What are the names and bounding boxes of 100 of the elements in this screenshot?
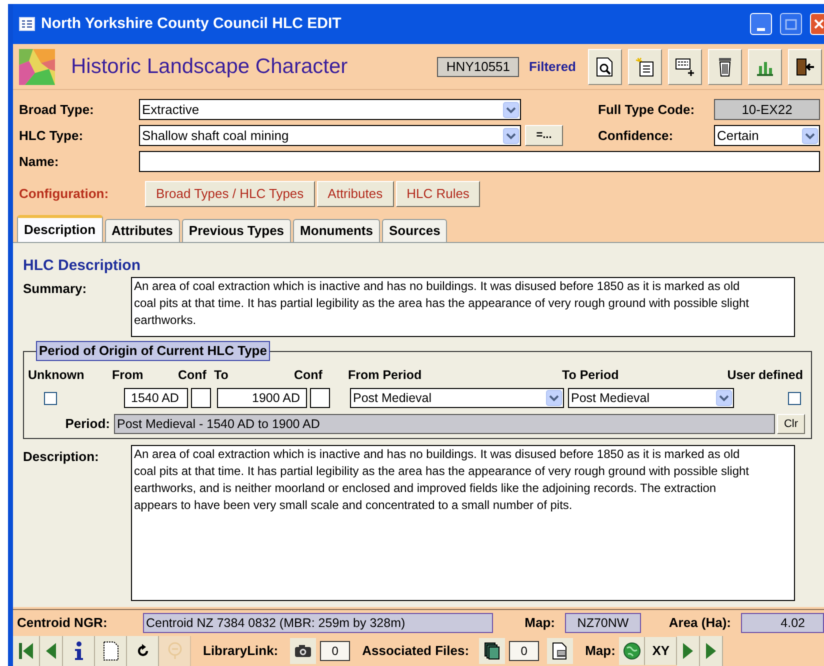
from-period-dropdown[interactable]: Post Medieval bbox=[350, 388, 564, 408]
maximize-icon bbox=[785, 18, 797, 30]
new-record-icon-button[interactable] bbox=[95, 636, 127, 666]
field-label: Name: bbox=[19, 152, 60, 171]
tab[interactable]: Attributes bbox=[104, 219, 180, 242]
delete-button[interactable] bbox=[708, 48, 742, 84]
map-sheet-field: NZ70NW bbox=[565, 612, 641, 632]
field-label: Summary: bbox=[23, 280, 88, 298]
first-record-icon bbox=[19, 642, 33, 660]
add-record-icon bbox=[675, 56, 695, 76]
new-form-button[interactable] bbox=[628, 48, 662, 84]
column-header: Conf bbox=[294, 366, 324, 384]
refresh-icon bbox=[136, 644, 150, 658]
section-heading: HLC Description bbox=[23, 256, 142, 275]
files-button[interactable] bbox=[479, 638, 506, 664]
column-header: User defined bbox=[726, 366, 803, 384]
field-label: Description: bbox=[23, 448, 100, 466]
xy-button[interactable]: XY bbox=[645, 637, 678, 665]
tab[interactable]: Description bbox=[17, 215, 103, 242]
configuration-label: Configuration: bbox=[19, 185, 110, 204]
globe-button[interactable] bbox=[619, 637, 646, 665]
info-icon-button[interactable] bbox=[63, 636, 95, 666]
camera-icon bbox=[294, 644, 312, 658]
configuration-button[interactable]: Broad Types / HLC Types bbox=[145, 181, 315, 207]
close-button[interactable] bbox=[810, 13, 824, 35]
form-icon bbox=[19, 17, 35, 31]
checkbox[interactable] bbox=[788, 392, 801, 404]
associated-files-label: Associated Files: bbox=[362, 642, 470, 660]
tab[interactable]: Sources bbox=[382, 219, 448, 242]
column-header: Unknown bbox=[28, 366, 86, 384]
hlc-type-dropdown[interactable]: Shallow shaft coal mining bbox=[139, 125, 521, 146]
field-label: Map: bbox=[524, 614, 556, 632]
to-period-dropdown[interactable]: Post Medieval bbox=[568, 388, 734, 408]
tab[interactable]: Monuments bbox=[293, 219, 380, 242]
new-record-icon bbox=[102, 641, 118, 661]
broad-type-dropdown[interactable]: Extractive bbox=[139, 99, 521, 120]
previous-record-button[interactable] bbox=[40, 636, 63, 666]
document-icon bbox=[551, 642, 570, 660]
map-logo-icon bbox=[19, 48, 55, 84]
to-year-field[interactable]: 1900 AD bbox=[217, 388, 307, 408]
tab[interactable]: Previous Types bbox=[182, 219, 292, 242]
area-field: 4.02 bbox=[741, 612, 824, 632]
files-count: 0 bbox=[509, 641, 540, 661]
filter-status: Filtered bbox=[529, 58, 576, 76]
camera-button[interactable] bbox=[290, 638, 316, 664]
lookup-button[interactable]: =... bbox=[525, 125, 563, 146]
column-header: From bbox=[112, 366, 144, 384]
centroid-field: Centroid NZ 7384 0832 (MBR: 259m by 328m) bbox=[143, 612, 493, 632]
field-label: Broad Type: bbox=[19, 100, 95, 119]
library-link-label: LibraryLink: bbox=[203, 642, 278, 660]
window-title: North Yorkshire County Council HLC EDIT bbox=[41, 14, 342, 34]
confidence-dropdown[interactable]: Certain bbox=[714, 125, 820, 146]
chart-button[interactable] bbox=[748, 48, 782, 84]
from-year-field[interactable]: 1540 AD bbox=[124, 388, 188, 408]
column-header: Conf bbox=[178, 366, 208, 384]
maximize-button[interactable] bbox=[780, 13, 802, 35]
file-list-button[interactable] bbox=[547, 638, 574, 664]
minimize-icon bbox=[757, 28, 765, 31]
last-record-button[interactable] bbox=[700, 636, 724, 666]
field-label: Confidence: bbox=[598, 126, 674, 145]
globe-icon bbox=[622, 642, 641, 660]
group-title: Period of Origin of Current HLC Type bbox=[36, 341, 270, 361]
column-header: From Period bbox=[348, 366, 423, 384]
column-header: To Period bbox=[562, 366, 620, 384]
first-record-button[interactable] bbox=[13, 636, 40, 666]
field-label: Centroid NGR: bbox=[17, 614, 108, 632]
stacked-files-icon bbox=[484, 642, 500, 660]
period-field: Post Medieval - 1540 AD to 1900 AD bbox=[114, 414, 775, 434]
new-form-icon bbox=[635, 56, 655, 76]
library-count: 0 bbox=[320, 641, 350, 661]
map-label: Map: bbox=[585, 642, 616, 660]
name-field[interactable] bbox=[139, 151, 820, 172]
field-label: HLC Type: bbox=[19, 126, 84, 145]
minimize-button[interactable] bbox=[750, 13, 772, 35]
summary-field[interactable]: An area of coal extraction which is inactive and has no buildings. It was disused before 1850 as it is marked as old coal pits at that time. It has partial legibility as the area has the appearance of very rough ground with possible slight earthworks. bbox=[131, 277, 795, 337]
field-label: Area (Ha): bbox=[668, 614, 732, 632]
field-label: Period: bbox=[64, 415, 111, 434]
print-preview-button[interactable] bbox=[588, 48, 622, 84]
checkbox[interactable] bbox=[44, 392, 57, 404]
confidence-field[interactable] bbox=[310, 388, 330, 408]
clear-button[interactable]: Clr bbox=[777, 414, 805, 434]
confidence-field[interactable] bbox=[191, 388, 211, 408]
last-record-icon bbox=[706, 642, 716, 660]
configuration-button[interactable]: HLC Rules bbox=[396, 181, 480, 207]
next-record-button[interactable] bbox=[677, 636, 700, 666]
configuration-button[interactable]: Attributes bbox=[316, 181, 394, 207]
full-type-code-field: 10-EX22 bbox=[714, 99, 820, 120]
exit-icon bbox=[795, 56, 815, 76]
field-label: Full Type Code: bbox=[598, 100, 696, 119]
close-icon bbox=[814, 18, 824, 30]
description-field[interactable]: An area of coal extraction which is inactive and has no buildings. It was disused before 1850 as it is marked as old coal pits at that time. It has partial legibility as the area has the appearance of very rough ground with possible slight earthworks, and is neither moorland or enclosed and improved fields like the adjoining records. The extraction appears to have been very small scale and concentrated to a small number of pits. bbox=[131, 445, 795, 601]
delete-icon bbox=[717, 56, 733, 76]
form-title: Historic Landscape Character bbox=[71, 54, 348, 80]
refresh-icon-button[interactable] bbox=[127, 636, 159, 666]
print-preview-icon bbox=[596, 56, 614, 76]
column-header: To bbox=[214, 366, 230, 384]
next-record-icon bbox=[683, 642, 694, 660]
add-record-button[interactable] bbox=[668, 48, 702, 84]
previous-record-icon bbox=[46, 642, 56, 660]
exit-button[interactable] bbox=[788, 48, 822, 84]
